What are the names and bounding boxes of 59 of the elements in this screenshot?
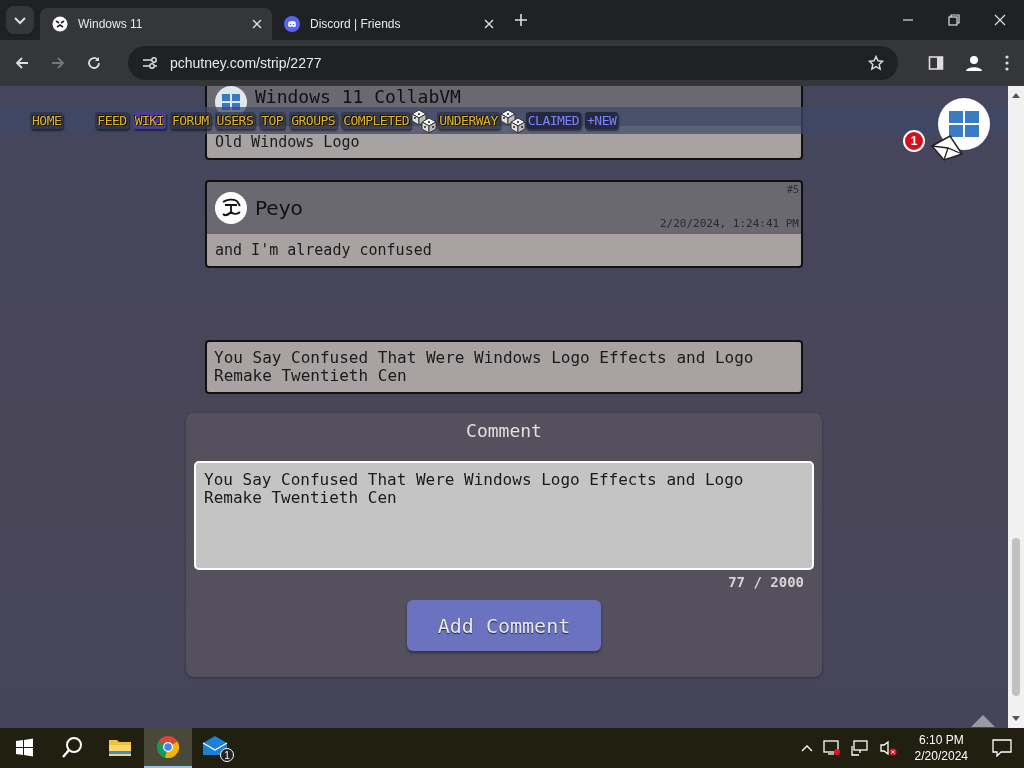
clock-time[interactable]: 6:10 PM bbox=[918, 732, 964, 748]
folder-icon[interactable] bbox=[108, 737, 132, 757]
address-bar[interactable]: pchutney.com/strip/2277 bbox=[128, 46, 898, 80]
nav-link[interactable]: +NEW bbox=[585, 112, 619, 129]
reload-icon[interactable] bbox=[86, 55, 102, 71]
tab-search-icon[interactable] bbox=[6, 6, 34, 34]
scroll-up-icon[interactable] bbox=[1012, 92, 1020, 98]
taskbar-app[interactable] bbox=[144, 728, 192, 768]
browser-tab[interactable]: Discord | Friends bbox=[272, 8, 504, 40]
chrome-icon[interactable] bbox=[156, 735, 180, 759]
star-icon[interactable] bbox=[868, 55, 884, 71]
comment-heading: Comment bbox=[466, 419, 542, 443]
nav-link[interactable]: WIKI bbox=[132, 112, 166, 129]
scroll-top-icon[interactable] bbox=[970, 714, 996, 728]
avatar-icon bbox=[215, 192, 247, 224]
nav-link[interactable]: FORUM bbox=[169, 112, 211, 129]
post-text: and I'm already confused bbox=[207, 234, 801, 266]
speaker-muted-icon[interactable] bbox=[878, 740, 897, 756]
face-icon bbox=[52, 16, 68, 32]
chevron-up-icon[interactable] bbox=[800, 744, 813, 752]
nav-link[interactable]: USERS bbox=[214, 112, 256, 129]
nav-link[interactable]: COMPLETED bbox=[341, 112, 412, 129]
character-counter: 77 / 2000 bbox=[728, 574, 804, 590]
comment-field[interactable]: You Say Confused That Were Windows Logo Effects and Logo Remake Twentieth Cen bbox=[194, 461, 814, 570]
side-panel-icon[interactable] bbox=[928, 55, 944, 71]
nav-link[interactable]: CLAIMED bbox=[525, 112, 582, 129]
envelope-icon[interactable] bbox=[930, 134, 964, 162]
nav-link[interactable]: TOP bbox=[259, 112, 286, 129]
comment-preview: You Say Confused That Were Windows Logo Effects and Logo Remake Twentieth Cen bbox=[205, 340, 803, 394]
nav-link[interactable]: HOME bbox=[30, 112, 64, 129]
menu-icon[interactable] bbox=[1004, 55, 1010, 71]
post-card: Peyo #5 2/20/2024, 1:24:41 PM and I'm already confused bbox=[205, 180, 803, 268]
add-comment-button[interactable]: Add Comment bbox=[407, 600, 601, 651]
discord-icon bbox=[284, 16, 300, 32]
back-icon[interactable] bbox=[14, 55, 30, 71]
nav-link[interactable]: UNDERWAY bbox=[437, 112, 500, 129]
notification-badge: 1 bbox=[903, 130, 925, 152]
browser-tab[interactable]: Windows 11 bbox=[40, 8, 272, 40]
new-tab-icon[interactable] bbox=[514, 13, 528, 27]
network-icon[interactable] bbox=[850, 740, 869, 756]
taskbar-app[interactable]: 1 bbox=[192, 728, 240, 768]
close-icon[interactable] bbox=[252, 19, 262, 29]
profile-icon[interactable] bbox=[964, 53, 984, 73]
scrollbar[interactable] bbox=[1008, 86, 1024, 728]
post-number: #5 bbox=[786, 184, 799, 195]
nav-link[interactable]: GROUPS bbox=[289, 112, 338, 129]
post-timestamp: 2/20/2024, 1:24:41 PM bbox=[659, 217, 799, 230]
monitor-alert-icon[interactable] bbox=[822, 740, 841, 756]
scrollbar-thumb[interactable] bbox=[1012, 538, 1020, 696]
clock-date[interactable]: 2/20/2024 bbox=[914, 748, 968, 764]
forward-icon bbox=[50, 55, 66, 71]
app-badge: 1 bbox=[220, 748, 234, 762]
notification-icon[interactable] bbox=[992, 739, 1012, 757]
scroll-down-icon[interactable] bbox=[1012, 716, 1020, 722]
close-icon[interactable] bbox=[484, 19, 494, 29]
close-icon[interactable] bbox=[994, 14, 1006, 26]
nav-link[interactable]: FEED bbox=[95, 112, 129, 129]
restore-icon[interactable] bbox=[948, 14, 960, 26]
site-settings-icon[interactable] bbox=[142, 56, 158, 70]
